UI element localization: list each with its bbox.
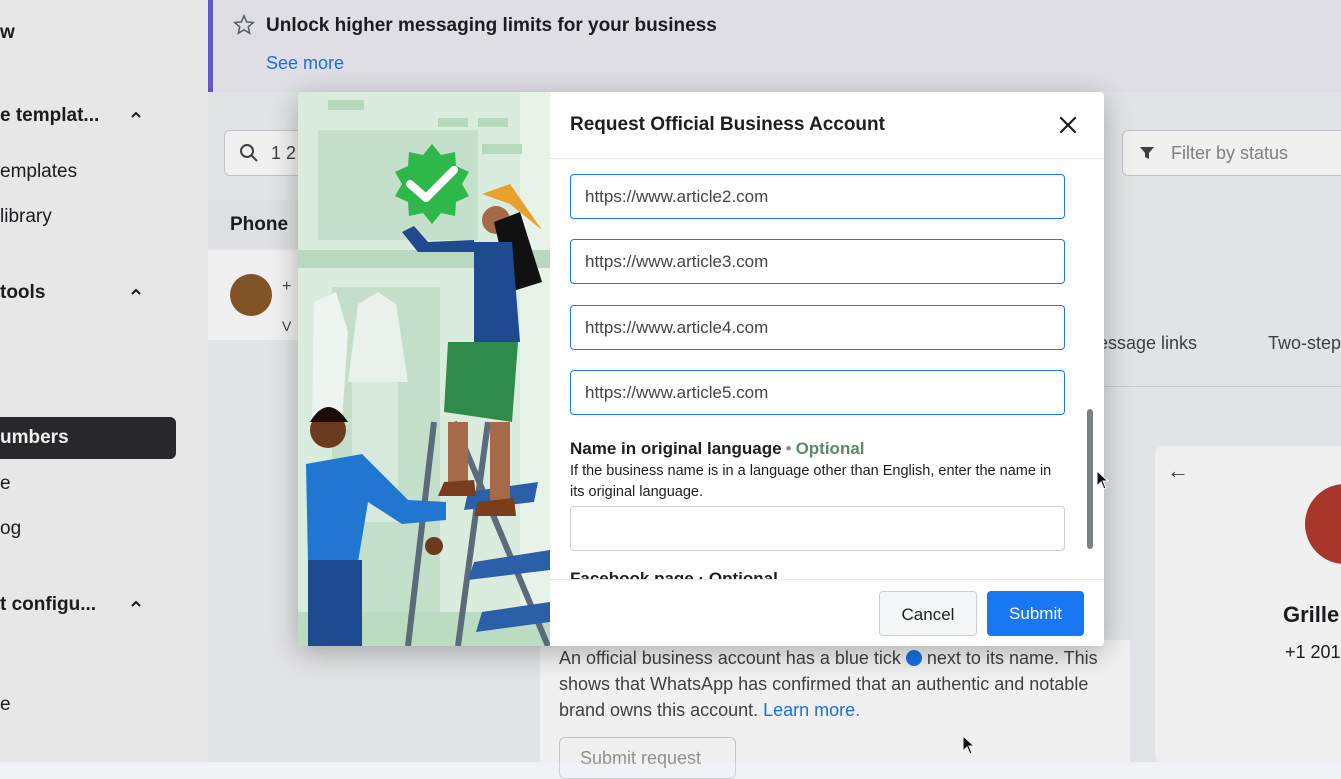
submit-button[interactable]: Submit [987,591,1084,636]
request-form: Request Official Business Account Name i… [550,92,1104,646]
request-official-account-dialog: Request Official Business Account Name i… [298,92,1104,646]
article-url-input-4[interactable] [570,305,1065,350]
original-name-label-text: Name in original language [570,439,782,458]
article-url-input-2[interactable] [570,174,1065,219]
dialog-title: Request Official Business Account [570,114,885,135]
dialog-body: Name in original language•Optional If th… [550,159,1104,579]
close-icon[interactable] [1054,111,1082,139]
article-url-input-3[interactable] [570,239,1065,284]
original-name-label: Name in original language • Optional [570,439,865,458]
mouse-cursor-icon [1096,470,1110,490]
next-field-label: Facebook page · Optional [570,569,778,579]
original-name-input[interactable] [570,506,1065,551]
verification-illustration [298,92,550,646]
original-name-help: If the business name is in a language ot… [570,463,1052,500]
dialog-scrollbar[interactable] [1087,159,1093,579]
illustration-image [298,92,550,646]
cancel-button[interactable]: Cancel [879,591,977,636]
article-url-input-5[interactable] [570,370,1065,415]
dialog-header: Request Official Business Account [550,92,1104,159]
dialog-footer: Cancel Submit [550,579,1104,646]
scrollbar-thumb[interactable] [1087,409,1093,549]
optional-tag: Optional [795,439,865,458]
